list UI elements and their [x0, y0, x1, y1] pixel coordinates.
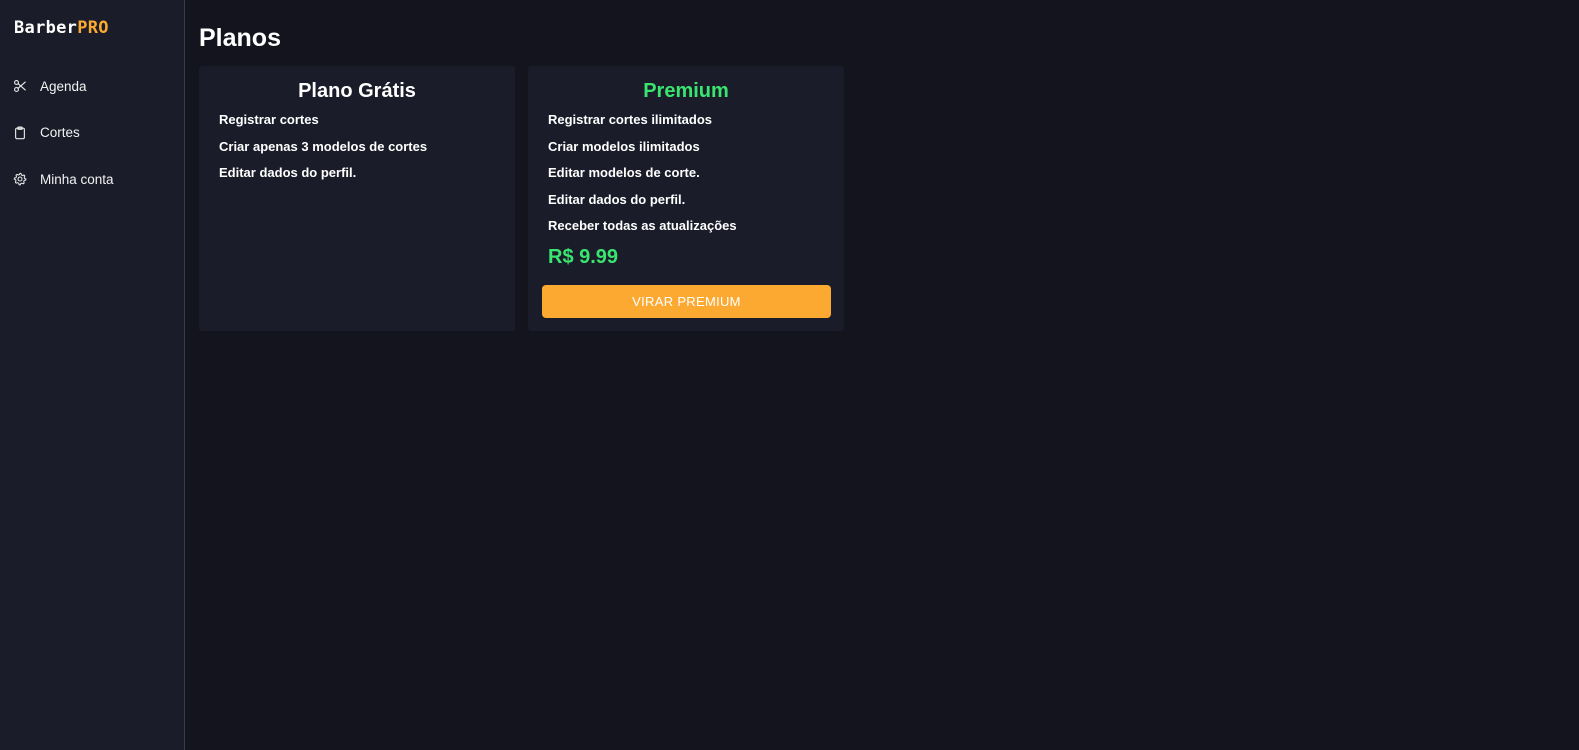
feature-list: Registrar cortes Criar apenas 3 modelos …: [199, 112, 515, 192]
sidebar-item-agenda[interactable]: Agenda: [0, 70, 184, 102]
upgrade-premium-button[interactable]: VIRAR PREMIUM: [542, 285, 831, 318]
feature-list: Registrar cortes ilimitados Criar modelo…: [528, 112, 844, 245]
logo[interactable]: BarberPRO: [14, 18, 109, 38]
scissors-icon: [13, 79, 27, 93]
feature-item: Editar modelos de corte.: [548, 165, 700, 180]
feature-item: Registrar cortes: [219, 112, 319, 127]
feature-item: Editar dados do perfil.: [548, 191, 686, 207]
feature-item: Registrar cortes ilimitados: [548, 112, 712, 127]
clipboard-icon: [13, 125, 27, 140]
sidebar-item-label: Agenda: [40, 78, 87, 94]
sidebar-nav: Agenda Cortes Minha conta: [0, 70, 184, 210]
plan-title: Plano Grátis: [298, 80, 416, 102]
sidebar-item-label: Minha conta: [40, 171, 114, 187]
feature-item: Editar dados do perfil.: [219, 165, 357, 180]
plan-title: Premium: [643, 80, 729, 102]
plan-card-premium: Premium Registrar cortes ilimitados Cria…: [528, 66, 844, 331]
sidebar-item-cortes[interactable]: Cortes: [0, 117, 184, 149]
plan-price: R$ 9.99: [548, 246, 619, 268]
feature-item: Receber todas as atualizações: [548, 218, 737, 233]
app-root: BarberPRO Agenda Cortes Minha conta Plan…: [0, 0, 1579, 750]
feature-item: Criar modelos ilimitados: [548, 138, 700, 154]
page-title: Planos: [199, 24, 281, 52]
sidebar: BarberPRO Agenda Cortes Minha conta: [0, 0, 185, 750]
logo-text-barber: Barber: [14, 18, 78, 38]
feature-item: Criar apenas 3 modelos de cortes: [219, 138, 428, 154]
plan-card-free: Plano Grátis Registrar cortes Criar apen…: [199, 66, 515, 331]
logo-text-pro: PRO: [77, 18, 109, 38]
sidebar-item-label: Cortes: [40, 125, 80, 140]
gear-icon: [13, 172, 27, 186]
sidebar-item-minha-conta[interactable]: Minha conta: [0, 163, 184, 195]
